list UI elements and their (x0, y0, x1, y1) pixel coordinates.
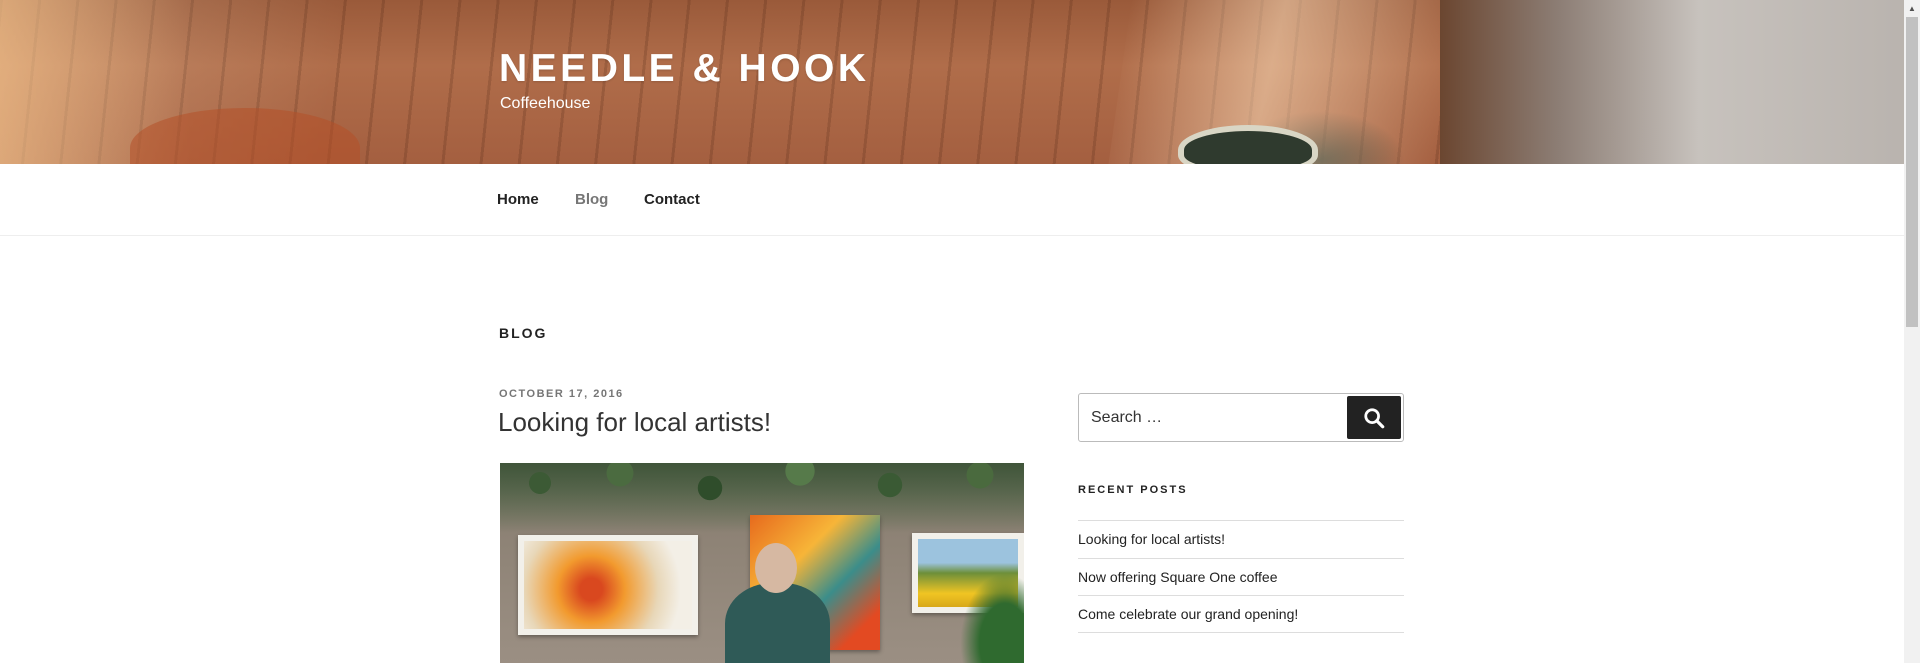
post-date[interactable]: OCTOBER 17, 2016 (499, 388, 624, 400)
page-scrollbar[interactable]: ▲ (1904, 0, 1920, 663)
image-artist-body (725, 583, 830, 663)
page-title: BLOG (499, 325, 548, 341)
recent-post-link[interactable]: Come celebrate our grand opening! (1078, 595, 1404, 633)
recent-post-link[interactable]: Looking for local artists! (1078, 520, 1404, 558)
nav-item-blog[interactable]: Blog (575, 191, 608, 208)
header-image-room (1440, 0, 1904, 164)
main-navigation: Home Blog Contact (0, 164, 1904, 236)
scrollbar-thumb[interactable] (1906, 17, 1918, 327)
recent-post-link[interactable]: Now offering Square One coffee (1078, 557, 1404, 596)
recent-posts-title: RECENT POSTS (1078, 484, 1188, 496)
post-featured-image[interactable] (500, 463, 1024, 663)
recent-posts-list: Looking for local artists! Now offering … (1078, 520, 1404, 633)
site-header-banner: NEEDLE & HOOK Coffeehouse (0, 0, 1904, 164)
image-plant (960, 573, 1024, 663)
image-painting-left (518, 535, 698, 635)
site-title[interactable]: NEEDLE & HOOK (499, 47, 870, 91)
nav-item-home[interactable]: Home (497, 191, 539, 208)
search-icon (1364, 407, 1385, 428)
post-title[interactable]: Looking for local artists! (498, 407, 771, 438)
image-artist-head (755, 543, 797, 593)
scroll-up-arrow-icon[interactable]: ▲ (1904, 0, 1920, 16)
search-input[interactable] (1079, 394, 1345, 441)
nav-item-contact[interactable]: Contact (644, 191, 700, 208)
site-tagline: Coffeehouse (500, 95, 591, 112)
search-button[interactable] (1347, 396, 1401, 439)
search-form (1078, 393, 1404, 442)
